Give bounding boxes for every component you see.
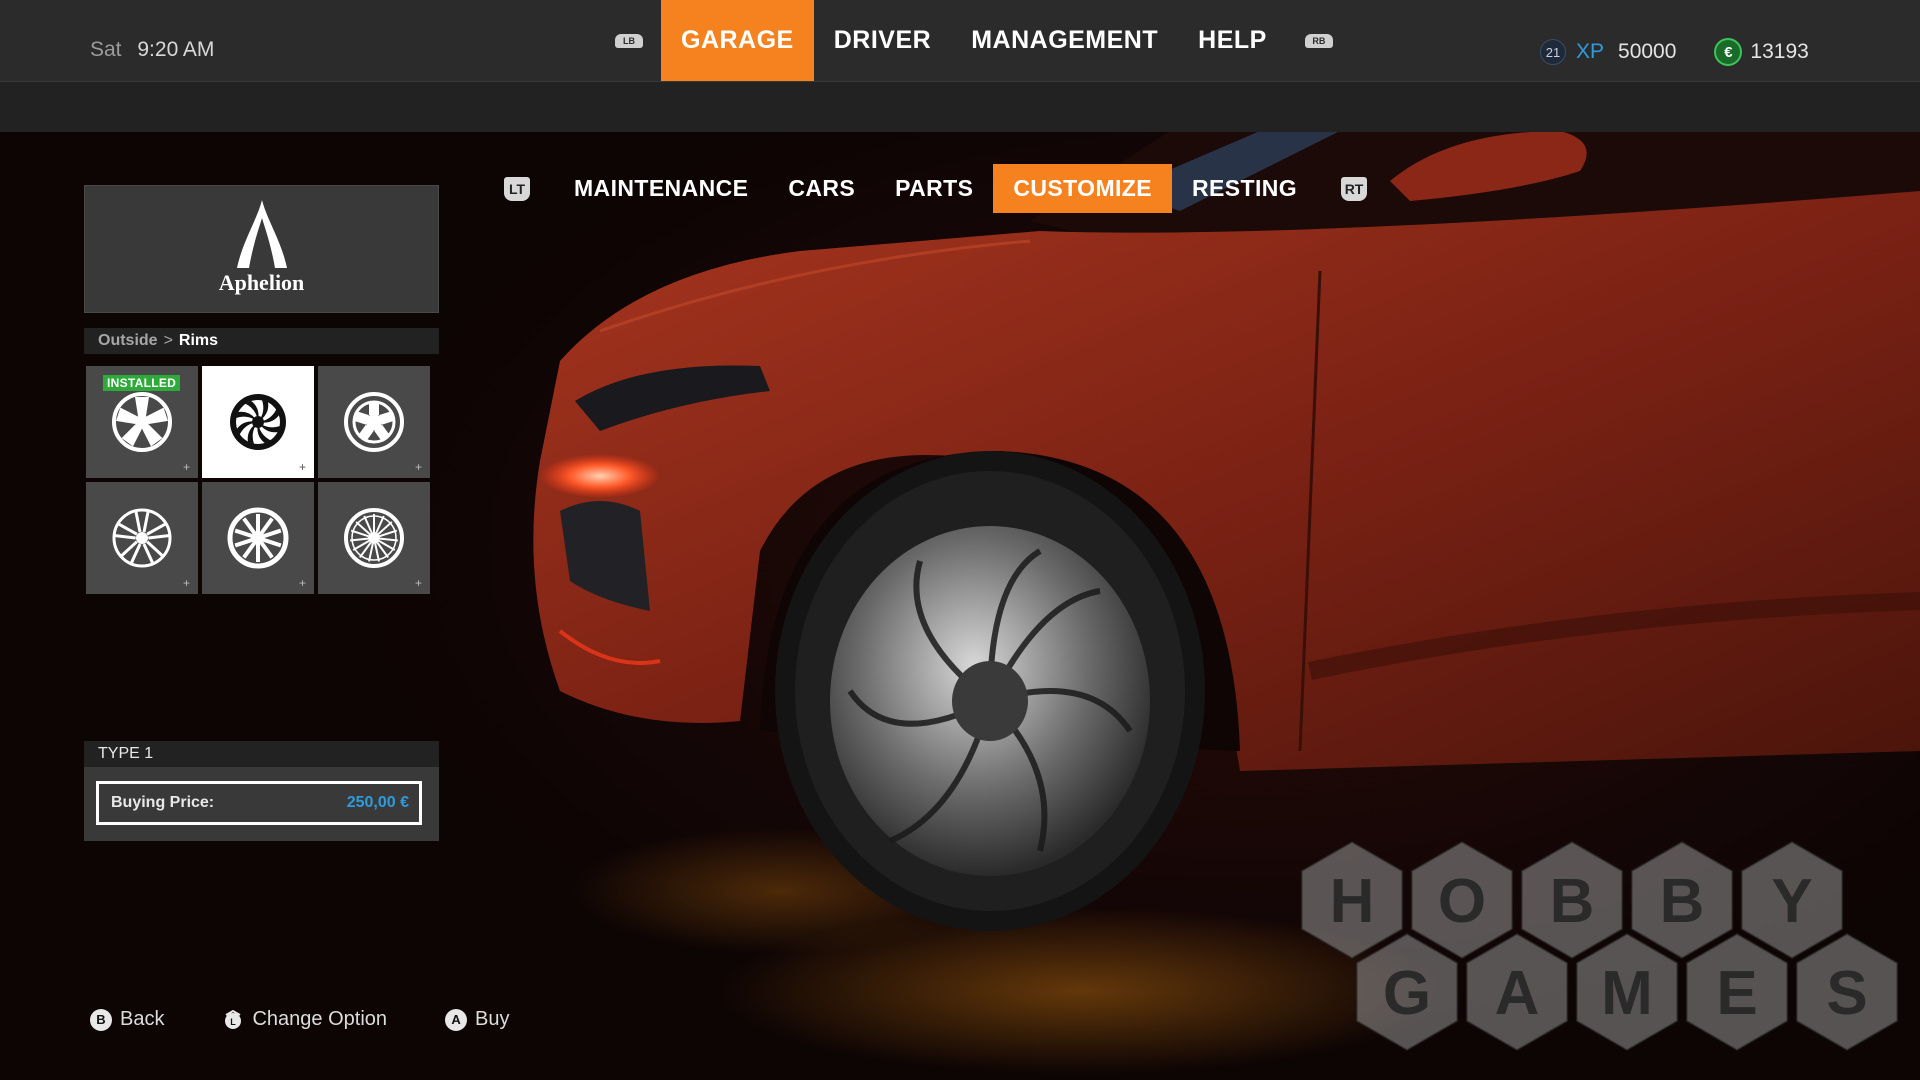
breadcrumb-separator: > <box>163 332 173 349</box>
plus-icon: + <box>414 460 422 474</box>
rim-option-2[interactable]: + <box>202 366 314 478</box>
watermark-letter: E <box>1716 959 1757 1028</box>
rim-option-6[interactable]: + <box>318 482 430 594</box>
hint-buy-label: Buy <box>475 1008 510 1030</box>
rim-type-title: TYPE 1 <box>84 741 439 767</box>
player-stats: 21 XP 50000 € 13193 <box>1540 38 1809 66</box>
clock-time: 9:20 AM <box>137 38 215 61</box>
tab-help[interactable]: HELP <box>1178 0 1287 81</box>
plus-icon: + <box>182 460 190 474</box>
plus-icon: + <box>298 576 306 590</box>
rim-option-3[interactable]: + <box>318 366 430 478</box>
level-badge: 21 <box>1540 39 1566 65</box>
hobby-games-watermark: H O B B YG A M E S <box>1300 840 1899 1052</box>
plus-icon: + <box>414 576 422 590</box>
a-button-icon: A <box>445 1008 468 1031</box>
watermark-letter: B <box>1660 867 1705 936</box>
hint-back[interactable]: B Back <box>90 1008 164 1031</box>
buying-price-label: Buying Price: <box>111 794 215 811</box>
sub-nav: LT MAINTENANCE CARS PARTS CUSTOMIZE REST… <box>500 164 1371 213</box>
rim-split-spoke-icon <box>112 508 172 568</box>
breadcrumb: Outside > Rims <box>84 328 439 354</box>
breadcrumb-current: Rims <box>178 332 219 349</box>
main-nav: LB GARAGE DRIVER MANAGEMENT HELP RB <box>597 0 1351 81</box>
hint-change-option[interactable]: L Change Option <box>222 1008 387 1031</box>
brand-card: Aphelion <box>84 185 439 313</box>
b-button-icon: B <box>90 1008 112 1031</box>
tab-cars[interactable]: CARS <box>768 164 875 213</box>
aphelion-logo-icon <box>237 200 287 268</box>
tab-parts[interactable]: PARTS <box>875 164 993 213</box>
watermark-letter: A <box>1495 959 1540 1028</box>
watermark-letter: S <box>1826 959 1867 1028</box>
tab-management[interactable]: MANAGEMENT <box>951 0 1178 81</box>
hint-change-option-label: Change Option <box>252 1008 388 1030</box>
buying-price-value: 250,00 € <box>346 794 409 811</box>
xp-label: XP <box>1576 40 1605 63</box>
rim-mesh-icon <box>344 508 404 568</box>
clock-day: Sat <box>90 38 122 61</box>
price-panel: Buying Price: 250,00 € <box>84 767 439 841</box>
rim-turbine-icon <box>230 394 286 450</box>
watermark-letter: M <box>1601 959 1653 1028</box>
clock: Sat 9:20 AM <box>90 38 214 62</box>
rim-option-4[interactable]: + <box>86 482 198 594</box>
rb-button-icon[interactable]: RB <box>1304 33 1333 48</box>
brand-name: Aphelion <box>218 270 305 295</box>
watermark-letter: H <box>1330 867 1375 936</box>
watermark-letter: O <box>1438 867 1486 936</box>
watermark-letter: G <box>1383 959 1431 1028</box>
hint-back-label: Back <box>120 1008 165 1030</box>
button-hints: B Back L Change Option A Buy <box>90 1008 567 1031</box>
installed-badge: INSTALLED <box>103 375 181 391</box>
money-value: 13193 <box>1750 40 1809 63</box>
hint-buy[interactable]: A Buy <box>445 1008 509 1031</box>
rim-multi-spoke-icon <box>227 507 289 569</box>
sub-nav-bar: LT MAINTENANCE CARS PARTS CUSTOMIZE REST… <box>0 81 1920 213</box>
lb-button-icon[interactable]: LB <box>615 33 643 48</box>
lt-trigger-icon[interactable]: LT <box>504 176 530 201</box>
tab-resting[interactable]: RESTING <box>1172 164 1317 213</box>
rim-dish-icon <box>344 392 404 452</box>
rim-option-5[interactable]: + <box>202 482 314 594</box>
rim-5-spoke-icon <box>112 392 172 452</box>
rim-grid: INSTALLED + + + + + + <box>86 366 432 594</box>
euro-coin-icon: € <box>1714 38 1743 66</box>
rt-trigger-icon[interactable]: RT <box>1341 176 1368 201</box>
plus-icon: + <box>182 576 190 590</box>
left-stick-icon: L <box>225 1009 242 1029</box>
watermark-letter: Y <box>1771 867 1812 936</box>
tab-driver[interactable]: DRIVER <box>814 0 951 81</box>
buying-price-box[interactable]: Buying Price: 250,00 € <box>96 781 422 825</box>
watermark-letter: B <box>1550 867 1595 936</box>
xp-value: 50000 <box>1618 40 1677 63</box>
top-bar: Sat 9:20 AM LB GARAGE DRIVER MANAGEMENT … <box>0 0 1920 81</box>
breadcrumb-parent[interactable]: Outside <box>98 332 158 350</box>
tab-garage[interactable]: GARAGE <box>661 0 814 81</box>
tab-maintenance[interactable]: MAINTENANCE <box>554 164 768 213</box>
left-stick-label: L <box>231 1017 237 1027</box>
rim-option-1[interactable]: INSTALLED + <box>86 366 198 478</box>
tab-customize[interactable]: CUSTOMIZE <box>993 164 1172 213</box>
plus-icon: + <box>298 460 306 474</box>
